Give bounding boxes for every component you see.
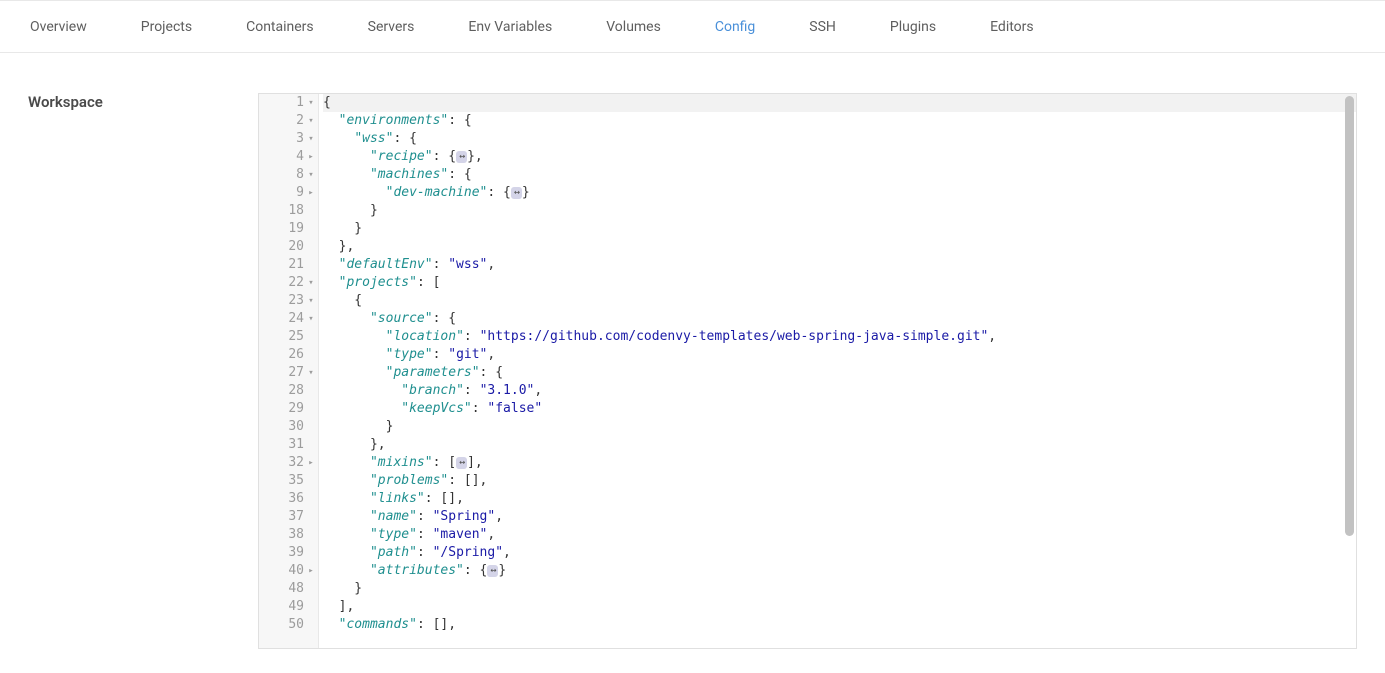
fold-collapsed-icon[interactable]: ▸ <box>306 562 316 580</box>
gutter-line: 25 <box>259 328 318 346</box>
fold-expanded-icon[interactable]: ▾ <box>306 130 316 148</box>
gutter-line: 39 <box>259 544 318 562</box>
gutter-line: 28 <box>259 382 318 400</box>
tab-editors[interactable]: Editors <box>990 19 1034 35</box>
code-line[interactable]: "problems": [], <box>323 472 1356 490</box>
fold-widget-icon[interactable]: ↔ <box>487 565 498 577</box>
tab-volumes[interactable]: Volumes <box>606 19 661 35</box>
tab-containers[interactable]: Containers <box>246 19 314 35</box>
gutter-line: 29 <box>259 400 318 418</box>
gutter-line: 1▾ <box>259 94 318 112</box>
editor-gutter: 1▾2▾3▾4▸8▾9▸1819202122▾23▾24▾252627▾2829… <box>259 94 319 648</box>
fold-expanded-icon[interactable]: ▾ <box>306 310 316 328</box>
code-line[interactable]: "commands": [], <box>323 616 1356 634</box>
code-line[interactable]: } <box>323 202 1356 220</box>
tab-env-variables[interactable]: Env Variables <box>468 19 552 35</box>
fold-widget-icon[interactable]: ↔ <box>511 187 522 199</box>
fold-collapsed-icon[interactable]: ▸ <box>306 148 316 166</box>
config-editor[interactable]: 1▾2▾3▾4▸8▾9▸1819202122▾23▾24▾252627▾2829… <box>258 93 1357 649</box>
tab-config[interactable]: Config <box>715 19 755 35</box>
code-line[interactable]: "recipe": {↔}, <box>323 148 1356 166</box>
editor-scrollbar[interactable] <box>1342 94 1356 648</box>
gutter-line: 48 <box>259 580 318 598</box>
code-line[interactable]: "name": "Spring", <box>323 508 1356 526</box>
content-area: Workspace 1▾2▾3▾4▸8▾9▸1819202122▾23▾24▾2… <box>0 53 1385 649</box>
code-line[interactable]: "mixins": [↔], <box>323 454 1356 472</box>
code-line[interactable]: "dev-machine": {↔} <box>323 184 1356 202</box>
editor-code[interactable]: { "environments": { "wss": { "recipe": {… <box>319 94 1356 648</box>
gutter-line: 36 <box>259 490 318 508</box>
gutter-line: 20 <box>259 238 318 256</box>
code-line[interactable]: "environments": { <box>323 112 1356 130</box>
gutter-line: 49 <box>259 598 318 616</box>
gutter-line: 31 <box>259 436 318 454</box>
gutter-line: 18 <box>259 202 318 220</box>
fold-expanded-icon[interactable]: ▾ <box>306 166 316 184</box>
code-line[interactable]: }, <box>323 436 1356 454</box>
code-line[interactable]: "links": [], <box>323 490 1356 508</box>
gutter-line: 19 <box>259 220 318 238</box>
code-line[interactable]: "machines": { <box>323 166 1356 184</box>
fold-collapsed-icon[interactable]: ▸ <box>306 454 316 472</box>
code-line[interactable]: "parameters": { <box>323 364 1356 382</box>
fold-expanded-icon[interactable]: ▾ <box>306 94 316 112</box>
fold-expanded-icon[interactable]: ▾ <box>306 112 316 130</box>
code-line[interactable]: ], <box>323 598 1356 616</box>
gutter-line: 27▾ <box>259 364 318 382</box>
gutter-line: 24▾ <box>259 310 318 328</box>
code-line[interactable]: "defaultEnv": "wss", <box>323 256 1356 274</box>
code-line[interactable]: "type": "maven", <box>323 526 1356 544</box>
gutter-line: 26 <box>259 346 318 364</box>
fold-expanded-icon[interactable]: ▾ <box>306 364 316 382</box>
gutter-line: 2▾ <box>259 112 318 130</box>
tab-ssh[interactable]: SSH <box>809 19 836 35</box>
code-line[interactable]: "attributes": {↔} <box>323 562 1356 580</box>
code-line[interactable]: "type": "git", <box>323 346 1356 364</box>
fold-widget-icon[interactable]: ↔ <box>456 151 467 163</box>
gutter-line: 38 <box>259 526 318 544</box>
code-line[interactable]: "keepVcs": "false" <box>323 400 1356 418</box>
code-line[interactable]: "projects": [ <box>323 274 1356 292</box>
gutter-line: 21 <box>259 256 318 274</box>
code-line[interactable]: "branch": "3.1.0", <box>323 382 1356 400</box>
code-line[interactable]: "wss": { <box>323 130 1356 148</box>
code-line[interactable]: "source": { <box>323 310 1356 328</box>
code-line[interactable]: "path": "/Spring", <box>323 544 1356 562</box>
tab-servers[interactable]: Servers <box>368 19 415 35</box>
code-line[interactable]: }, <box>323 238 1356 256</box>
gutter-line: 35 <box>259 472 318 490</box>
gutter-line: 4▸ <box>259 148 318 166</box>
gutter-line: 8▾ <box>259 166 318 184</box>
code-line[interactable]: "location": "https://github.com/codenvy-… <box>323 328 1356 346</box>
section-heading: Workspace <box>28 93 258 649</box>
code-line[interactable]: } <box>323 220 1356 238</box>
fold-expanded-icon[interactable]: ▾ <box>306 274 316 292</box>
gutter-line: 22▾ <box>259 274 318 292</box>
code-line[interactable]: } <box>323 580 1356 598</box>
tab-overview[interactable]: Overview <box>30 19 87 35</box>
fold-expanded-icon[interactable]: ▾ <box>306 292 316 310</box>
code-line[interactable]: { <box>323 94 1356 112</box>
gutter-line: 3▾ <box>259 130 318 148</box>
fold-collapsed-icon[interactable]: ▸ <box>306 184 316 202</box>
fold-widget-icon[interactable]: ↔ <box>456 457 467 469</box>
scrollbar-thumb[interactable] <box>1345 96 1354 536</box>
code-line[interactable]: { <box>323 292 1356 310</box>
tab-bar: Overview Projects Containers Servers Env Var… <box>0 0 1385 53</box>
gutter-line: 23▾ <box>259 292 318 310</box>
gutter-line: 9▸ <box>259 184 318 202</box>
tab-projects[interactable]: Projects <box>141 19 192 35</box>
gutter-line: 37 <box>259 508 318 526</box>
code-line[interactable]: } <box>323 418 1356 436</box>
gutter-line: 50 <box>259 616 318 634</box>
tab-plugins[interactable]: Plugins <box>890 19 936 35</box>
gutter-line: 40▸ <box>259 562 318 580</box>
gutter-line: 30 <box>259 418 318 436</box>
gutter-line: 32▸ <box>259 454 318 472</box>
